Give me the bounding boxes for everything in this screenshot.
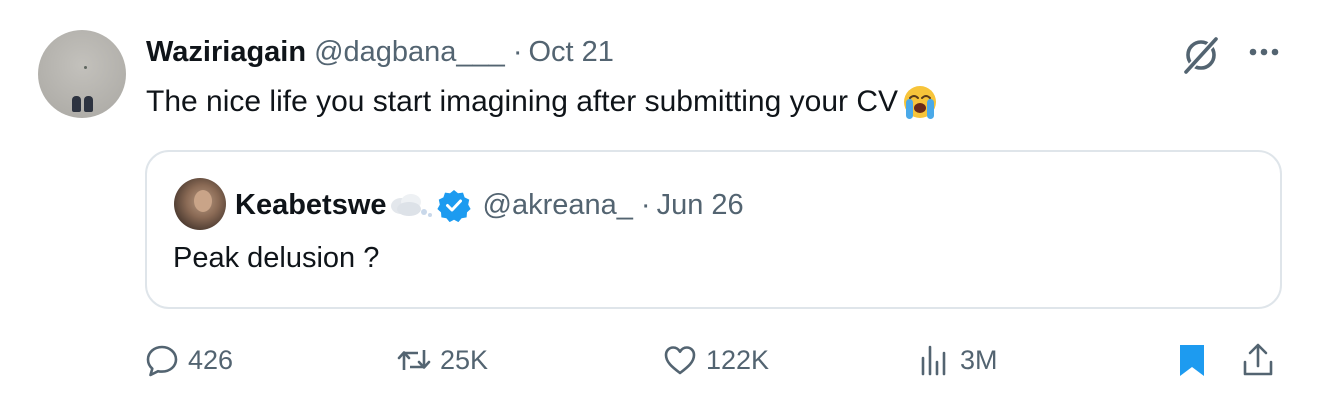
like-icon: [664, 346, 696, 375]
quoted-tweet-date[interactable]: Jun 26: [657, 189, 744, 222]
avatar-detail: [194, 190, 212, 212]
quoted-author-handle[interactable]: @akreana_: [483, 189, 633, 222]
share-icon: [1243, 343, 1273, 376]
bookmark-icon: [1180, 345, 1204, 376]
retweet-icon: [397, 350, 431, 370]
quoted-author-name[interactable]: Keabetswe: [235, 189, 387, 222]
bookmark-button[interactable]: [1174, 338, 1210, 382]
tweet-text-row: The nice life you start imagining after …: [146, 82, 940, 122]
like-button[interactable]: 122K: [662, 338, 769, 382]
reply-icon: [146, 345, 178, 377]
avatar-detail: [84, 66, 87, 69]
author-avatar[interactable]: [38, 30, 126, 118]
views-icon: [921, 345, 946, 376]
header-separator: ·: [512, 35, 523, 68]
tweet-header: Waziriagain @dagbana___ · Oct 21: [146, 34, 614, 70]
tweet-date[interactable]: Oct 21: [528, 36, 613, 69]
quoted-tweet[interactable]: Keabetswe @akreana_ · Jun 26 Peak delusi…: [145, 150, 1282, 309]
quoted-header-separator: ·: [640, 188, 651, 221]
retweet-button[interactable]: 25K: [396, 338, 488, 382]
verified-badge-icon[interactable]: [436, 188, 471, 222]
like-count: 122K: [706, 344, 770, 375]
quoted-tweet-text: Peak delusion ?: [173, 242, 380, 274]
reply-count: 426: [188, 344, 234, 375]
grok-icon[interactable]: [1180, 34, 1222, 76]
cloud-face-emoji: [390, 194, 432, 217]
tweet-text: The nice life you start imagining after …: [146, 85, 899, 118]
reply-button[interactable]: 426: [144, 338, 233, 382]
avatar-detail: [84, 96, 93, 112]
quoted-author-avatar[interactable]: [174, 178, 226, 230]
views-button[interactable]: 3M: [916, 338, 998, 382]
views-count: 3M: [960, 344, 998, 375]
loudly-crying-face-emoji: [904, 86, 937, 119]
share-button[interactable]: [1240, 338, 1276, 382]
more-options-icon[interactable]: [1244, 38, 1284, 66]
retweet-count: 25K: [440, 344, 489, 375]
action-bar: 426 25K 122K 3M: [0, 338, 1322, 382]
author-name[interactable]: Waziriagain: [146, 36, 306, 69]
tweet: Waziriagain @dagbana___ · Oct 21 The nic…: [0, 0, 1322, 402]
avatar-detail: [72, 96, 81, 112]
author-handle[interactable]: @dagbana___: [314, 36, 505, 69]
quoted-tweet-header: Keabetswe @akreana_ · Jun 26: [235, 186, 744, 224]
